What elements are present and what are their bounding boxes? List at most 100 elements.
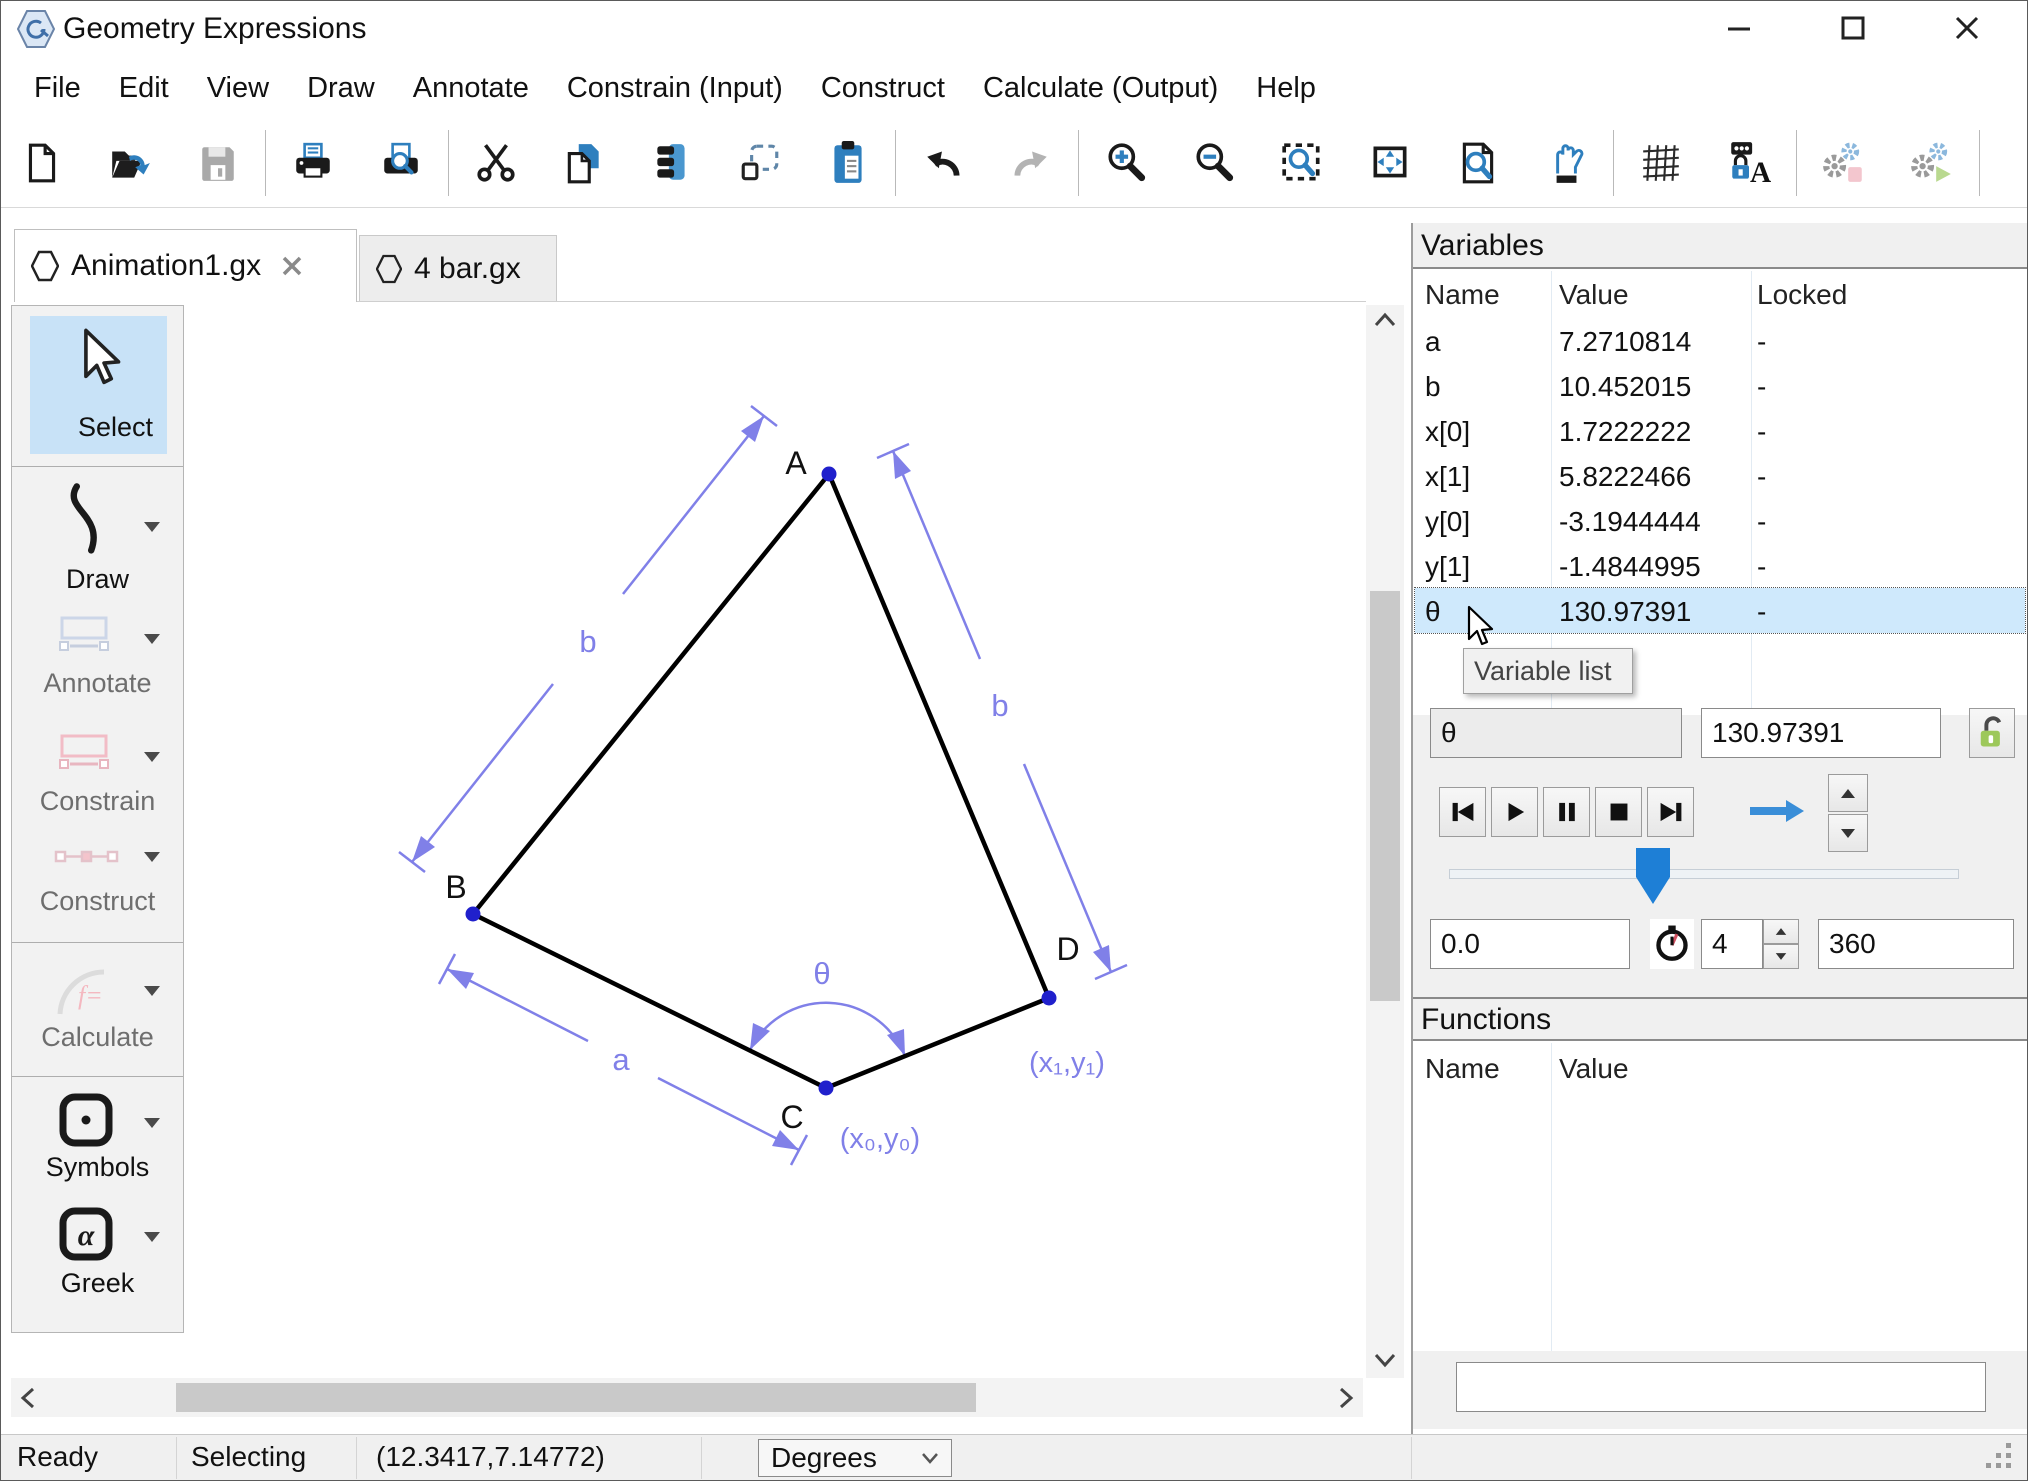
tool-symbols[interactable]: Symbols — [12, 1088, 183, 1200]
zoom-selection-icon[interactable] — [1279, 140, 1325, 186]
quadrilateral-edges[interactable] — [473, 474, 1049, 1088]
status-bar: Ready Selecting (12.3417,7.14772) Degree… — [1, 1434, 2028, 1481]
vertical-scroll-thumb[interactable] — [1370, 591, 1400, 1001]
horizontal-scrollbar[interactable] — [11, 1378, 1363, 1417]
drawing-canvas[interactable]: A B C D b b a θ (x₀,y₀) (x₁,y₁) — [184, 301, 1366, 1379]
vertical-scrollbar[interactable] — [1366, 305, 1404, 1378]
tab-4bar[interactable]: 4 bar.gx — [359, 235, 557, 302]
edge-cd[interactable] — [826, 998, 1049, 1088]
pan-icon[interactable] — [1543, 140, 1589, 186]
tool-annotate[interactable]: Annotate — [12, 606, 183, 718]
draw-dropdown-icon[interactable] — [144, 522, 160, 532]
duration-button[interactable] — [1650, 919, 1694, 969]
greek-dropdown-icon[interactable] — [144, 1232, 160, 1242]
open-icon[interactable] — [107, 140, 153, 186]
animation-start-field[interactable]: 0.0 — [1430, 919, 1630, 969]
animation-slider-handle[interactable] — [1633, 847, 1673, 907]
scroll-up-icon[interactable] — [1366, 311, 1404, 334]
zoom-in-icon[interactable] — [1103, 140, 1149, 186]
copy-icon[interactable] — [561, 140, 607, 186]
scroll-left-icon[interactable] — [19, 1386, 37, 1415]
scroll-down-icon[interactable] — [1366, 1351, 1404, 1374]
cut-icon[interactable] — [473, 140, 519, 186]
menu-help[interactable]: Help — [1237, 66, 1335, 111]
menu-calculate-output[interactable]: Calculate (Output) — [964, 66, 1237, 111]
animation-end-field[interactable]: 360 — [1818, 919, 2014, 969]
variable-row-y0[interactable]: y[0] -3.1944444 - — [1415, 498, 2025, 543]
tool-draw[interactable]: Draw — [12, 478, 183, 598]
construct-dropdown-icon[interactable] — [144, 852, 160, 862]
animation-duration-field[interactable]: 4 — [1701, 919, 1763, 969]
tool-construct[interactable]: Construct — [12, 838, 183, 938]
variable-value-field[interactable]: 130.97391 — [1701, 708, 1941, 758]
edge-da[interactable] — [829, 474, 1049, 998]
print-icon[interactable] — [290, 140, 336, 186]
variable-row-b[interactable]: b 10.452015 - — [1415, 363, 2025, 408]
tab-animation1[interactable]: Animation1.gx — [14, 229, 357, 302]
constrain-dropdown-icon[interactable] — [144, 752, 160, 762]
variable-name-field[interactable]: θ — [1430, 708, 1682, 758]
menu-edit[interactable]: Edit — [100, 66, 188, 111]
copy-data-icon[interactable] — [649, 140, 695, 186]
menu-construct[interactable]: Construct — [802, 66, 964, 111]
calculate-dropdown-icon[interactable] — [144, 986, 160, 996]
horizontal-scroll-thumb[interactable] — [176, 1383, 976, 1412]
speed-up-button[interactable] — [1828, 774, 1868, 812]
tool-select[interactable]: Select — [30, 316, 167, 454]
menu-annotate[interactable]: Annotate — [394, 66, 548, 111]
tab-close-icon[interactable] — [281, 255, 303, 277]
resize-grip[interactable] — [1986, 1443, 2016, 1473]
scroll-right-icon[interactable] — [1337, 1386, 1355, 1415]
skip-to-end-button[interactable] — [1647, 787, 1694, 837]
zoom-page-icon[interactable] — [1455, 140, 1501, 186]
tool-constrain[interactable]: Constrain — [12, 724, 183, 836]
zoom-fit-icon[interactable] — [1367, 140, 1413, 186]
play-button[interactable] — [1491, 787, 1538, 837]
variable-row-theta[interactable]: θ 130.97391 - — [1415, 588, 2025, 633]
close-button[interactable] — [1929, 1, 2005, 55]
menu-draw[interactable]: Draw — [288, 66, 394, 111]
point-d[interactable] — [1042, 991, 1057, 1006]
save-icon[interactable] — [195, 140, 241, 186]
point-a[interactable] — [822, 467, 837, 482]
units-dropdown[interactable]: Degrees — [758, 1439, 952, 1477]
menu-file[interactable]: File — [15, 66, 100, 111]
edge-ab[interactable] — [473, 474, 829, 914]
skip-to-start-button[interactable] — [1439, 787, 1486, 837]
stop-button[interactable] — [1595, 787, 1642, 837]
variable-row-x1[interactable]: x[1] 5.8222466 - — [1415, 453, 2025, 498]
menu-view[interactable]: View — [188, 66, 288, 111]
symbols-dropdown-icon[interactable] — [144, 1118, 160, 1128]
variable-row-y1[interactable]: y[1] -1.4844995 - — [1415, 543, 2025, 588]
function-input-field[interactable] — [1456, 1362, 1986, 1412]
maximize-button[interactable] — [1815, 1, 1891, 55]
minimize-button[interactable] — [1701, 1, 1777, 55]
tool-greek[interactable]: α Greek — [12, 1202, 183, 1320]
grid-icon[interactable] — [1638, 140, 1684, 186]
paste-icon[interactable] — [825, 140, 871, 186]
point-c[interactable] — [819, 1081, 834, 1096]
menu-constrain-input[interactable]: Constrain (Input) — [548, 66, 802, 111]
undo-icon[interactable] — [920, 140, 966, 186]
new-document-icon[interactable] — [19, 140, 65, 186]
variable-row-a[interactable]: a 7.2710814 - — [1415, 318, 2025, 363]
variable-row-x0[interactable]: x[0] 1.7222222 - — [1415, 408, 2025, 453]
annotate-dropdown-icon[interactable] — [144, 634, 160, 644]
duplicate-region-icon[interactable] — [737, 140, 783, 186]
animation-direction-icon[interactable] — [1746, 796, 1808, 826]
redo-icon[interactable] — [1008, 140, 1054, 186]
tool-calculate[interactable]: f= Calculate — [12, 954, 183, 1072]
duration-down-button[interactable] — [1763, 944, 1799, 969]
zoom-out-icon[interactable] — [1191, 140, 1237, 186]
duration-up-button[interactable] — [1763, 919, 1799, 944]
lock-toggle-button[interactable] — [1969, 708, 2015, 758]
animation-slider-track[interactable] — [1449, 869, 1959, 879]
lock-annotations-icon[interactable]: A — [1726, 140, 1772, 186]
point-b[interactable] — [466, 907, 481, 922]
pause-button[interactable] — [1543, 787, 1590, 837]
speed-down-button[interactable] — [1828, 814, 1868, 852]
edge-bc[interactable] — [473, 914, 826, 1088]
print-preview-icon[interactable] — [378, 140, 424, 186]
document-settings-icon[interactable] — [1821, 140, 1867, 186]
playback-settings-icon[interactable] — [1909, 140, 1955, 186]
